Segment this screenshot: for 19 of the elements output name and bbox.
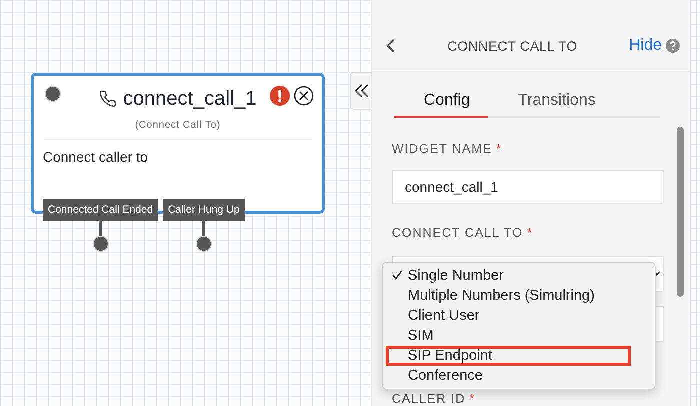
transition-tag[interactable]: Connected Call Ended [43,199,158,221]
field-label: WIDGET NAME * [392,142,504,156]
dropdown-option[interactable]: SIM [386,326,631,346]
widget-title: connect_call_1 [123,88,257,110]
panel-title: CONNECT CALL TO [446,38,579,54]
tab[interactable]: Transitions [488,86,614,118]
dropdown-option[interactable]: SIP Endpoint [386,346,631,366]
transition-tag[interactable]: Caller Hung Up [163,199,245,221]
dropdown-option[interactable]: Conference [386,366,631,386]
dropdown-option[interactable]: Single Number [386,266,631,286]
input-field[interactable]: connect_call_1 [392,170,664,204]
widget-type: (Connect Call To) [44,120,312,140]
dropdown-option[interactable]: Multiple Numbers (Simulring) [386,286,631,306]
tab[interactable]: Config [394,86,488,118]
widget-description: Connect caller to [42,148,150,167]
hide-link[interactable]: Hide [629,37,662,55]
dropdown-option[interactable]: Client User [386,306,631,326]
field-label: CALLER ID * [392,392,476,406]
field-label: CONNECT CALL TO * [392,226,534,240]
